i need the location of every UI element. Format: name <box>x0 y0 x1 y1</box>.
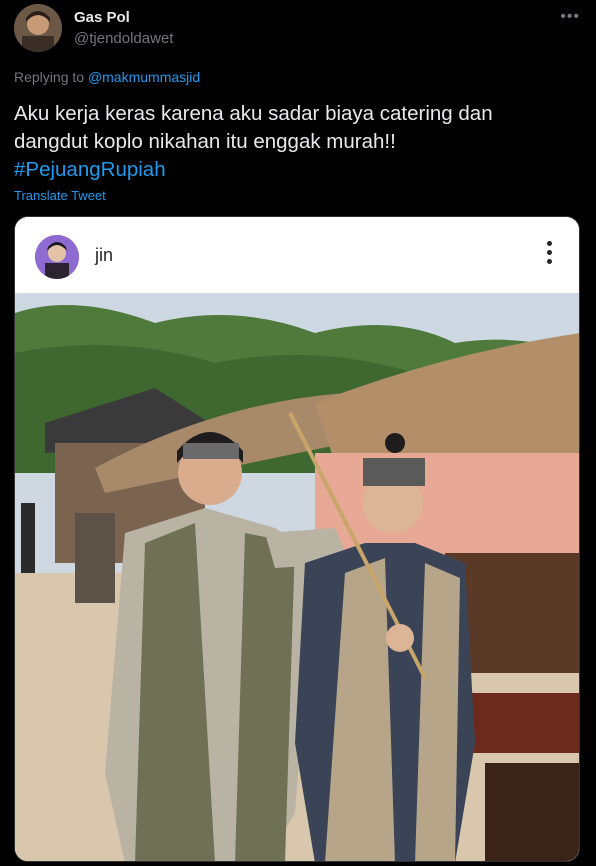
tweet-text: Aku kerja keras karena aku sadar biaya c… <box>14 100 584 184</box>
hashtag-link[interactable]: #PejuangRupiah <box>14 156 584 184</box>
more-horizontal-icon[interactable]: ••• <box>560 8 580 26</box>
more-vertical-icon[interactable] <box>545 241 553 269</box>
post-photo <box>15 293 579 861</box>
tweet-header: Gas Pol @tjendoldawet ••• <box>14 4 584 54</box>
tweet-text-line: Aku kerja keras karena aku sadar biaya c… <box>14 102 493 125</box>
replying-prefix: Replying to <box>14 69 88 85</box>
tweet-text-line: dangdut koplo nikahan itu enggak murah!! <box>14 130 396 153</box>
embedded-instagram-post[interactable]: jin <box>14 216 580 862</box>
post-username[interactable]: jin <box>95 245 113 266</box>
author-name[interactable]: Gas Pol <box>74 9 130 26</box>
post-header: jin <box>15 217 579 293</box>
replying-to: Replying to @makmummasjid <box>14 69 200 85</box>
translate-tweet-link[interactable]: Translate Tweet <box>14 188 106 203</box>
author-avatar[interactable] <box>14 4 62 52</box>
replying-mention-link[interactable]: @makmummasjid <box>88 69 200 85</box>
author-handle[interactable]: @tjendoldawet <box>74 30 173 47</box>
post-avatar[interactable] <box>35 235 79 279</box>
